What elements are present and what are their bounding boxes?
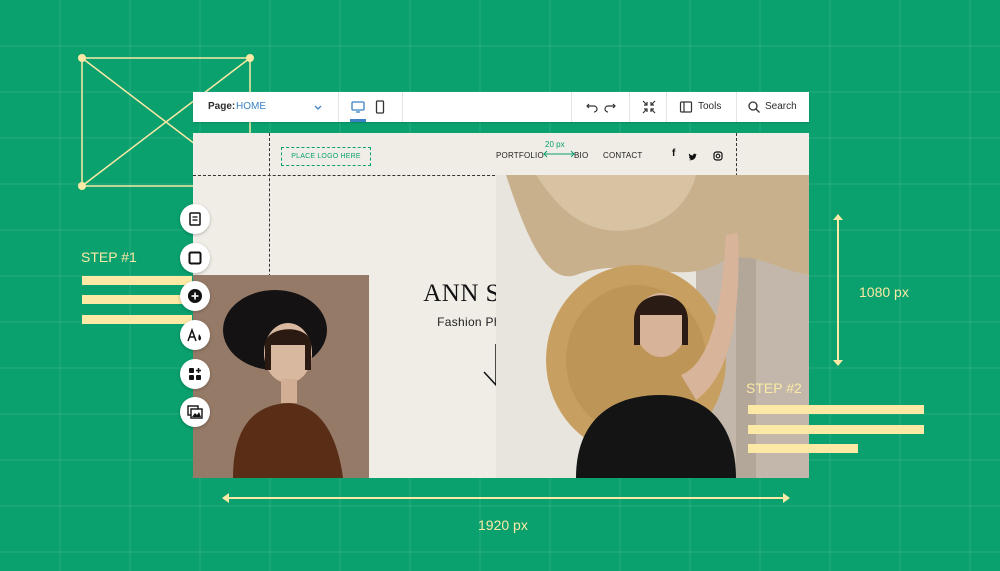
sections-icon[interactable] bbox=[180, 243, 210, 273]
step-1-bar bbox=[82, 295, 192, 304]
step-2-bar bbox=[748, 425, 924, 434]
nav-bio[interactable]: BIO bbox=[574, 151, 588, 160]
height-arrow bbox=[833, 214, 843, 366]
fit-screen-icon[interactable] bbox=[642, 100, 656, 119]
page-selector[interactable]: HOME bbox=[236, 101, 266, 112]
active-view-indicator bbox=[350, 119, 366, 122]
step-2-bar bbox=[748, 444, 858, 453]
nav-portfolio[interactable]: PORTFOLIO bbox=[496, 151, 544, 160]
editor-toolbar: Page: HOME Tools Search bbox=[193, 92, 809, 122]
pages-icon[interactable] bbox=[180, 204, 210, 234]
step-1-bar bbox=[82, 315, 192, 324]
width-arrow bbox=[222, 493, 790, 503]
redo-icon[interactable] bbox=[603, 100, 617, 119]
nav-contact[interactable]: CONTACT bbox=[603, 151, 642, 160]
desktop-view-icon[interactable] bbox=[351, 100, 365, 119]
site-preview: PLACE LOGO HERE PORTFOLIO 20 px BIO CONT… bbox=[193, 133, 809, 478]
width-label: 1920 px bbox=[478, 517, 528, 533]
facebook-icon[interactable]: f bbox=[672, 148, 675, 159]
spacing-arrow bbox=[543, 150, 575, 158]
media-icon[interactable] bbox=[180, 397, 210, 427]
tools-button[interactable]: Tools bbox=[698, 101, 721, 112]
step-1-label: STEP #1 bbox=[81, 249, 137, 265]
add-icon[interactable] bbox=[180, 281, 210, 311]
instagram-icon[interactable] bbox=[713, 148, 723, 166]
chevron-down-icon[interactable] bbox=[313, 100, 323, 118]
search-icon[interactable] bbox=[747, 100, 761, 119]
tools-icon[interactable] bbox=[679, 100, 693, 119]
theme-icon[interactable] bbox=[180, 320, 210, 350]
apps-icon[interactable] bbox=[180, 359, 210, 389]
step-2-label: STEP #2 bbox=[746, 380, 802, 396]
mobile-view-icon[interactable] bbox=[375, 100, 385, 119]
portrait-photo-left[interactable] bbox=[193, 275, 369, 478]
logo-placeholder[interactable]: PLACE LOGO HERE bbox=[281, 147, 371, 166]
step-1-bar bbox=[82, 276, 192, 285]
search-button[interactable]: Search bbox=[765, 101, 797, 112]
undo-icon[interactable] bbox=[585, 100, 599, 119]
spacing-label: 20 px bbox=[545, 140, 565, 149]
page-label: Page: bbox=[208, 101, 236, 112]
twitter-icon[interactable] bbox=[688, 149, 698, 167]
height-label: 1080 px bbox=[859, 284, 909, 300]
step-2-bar bbox=[748, 405, 924, 414]
